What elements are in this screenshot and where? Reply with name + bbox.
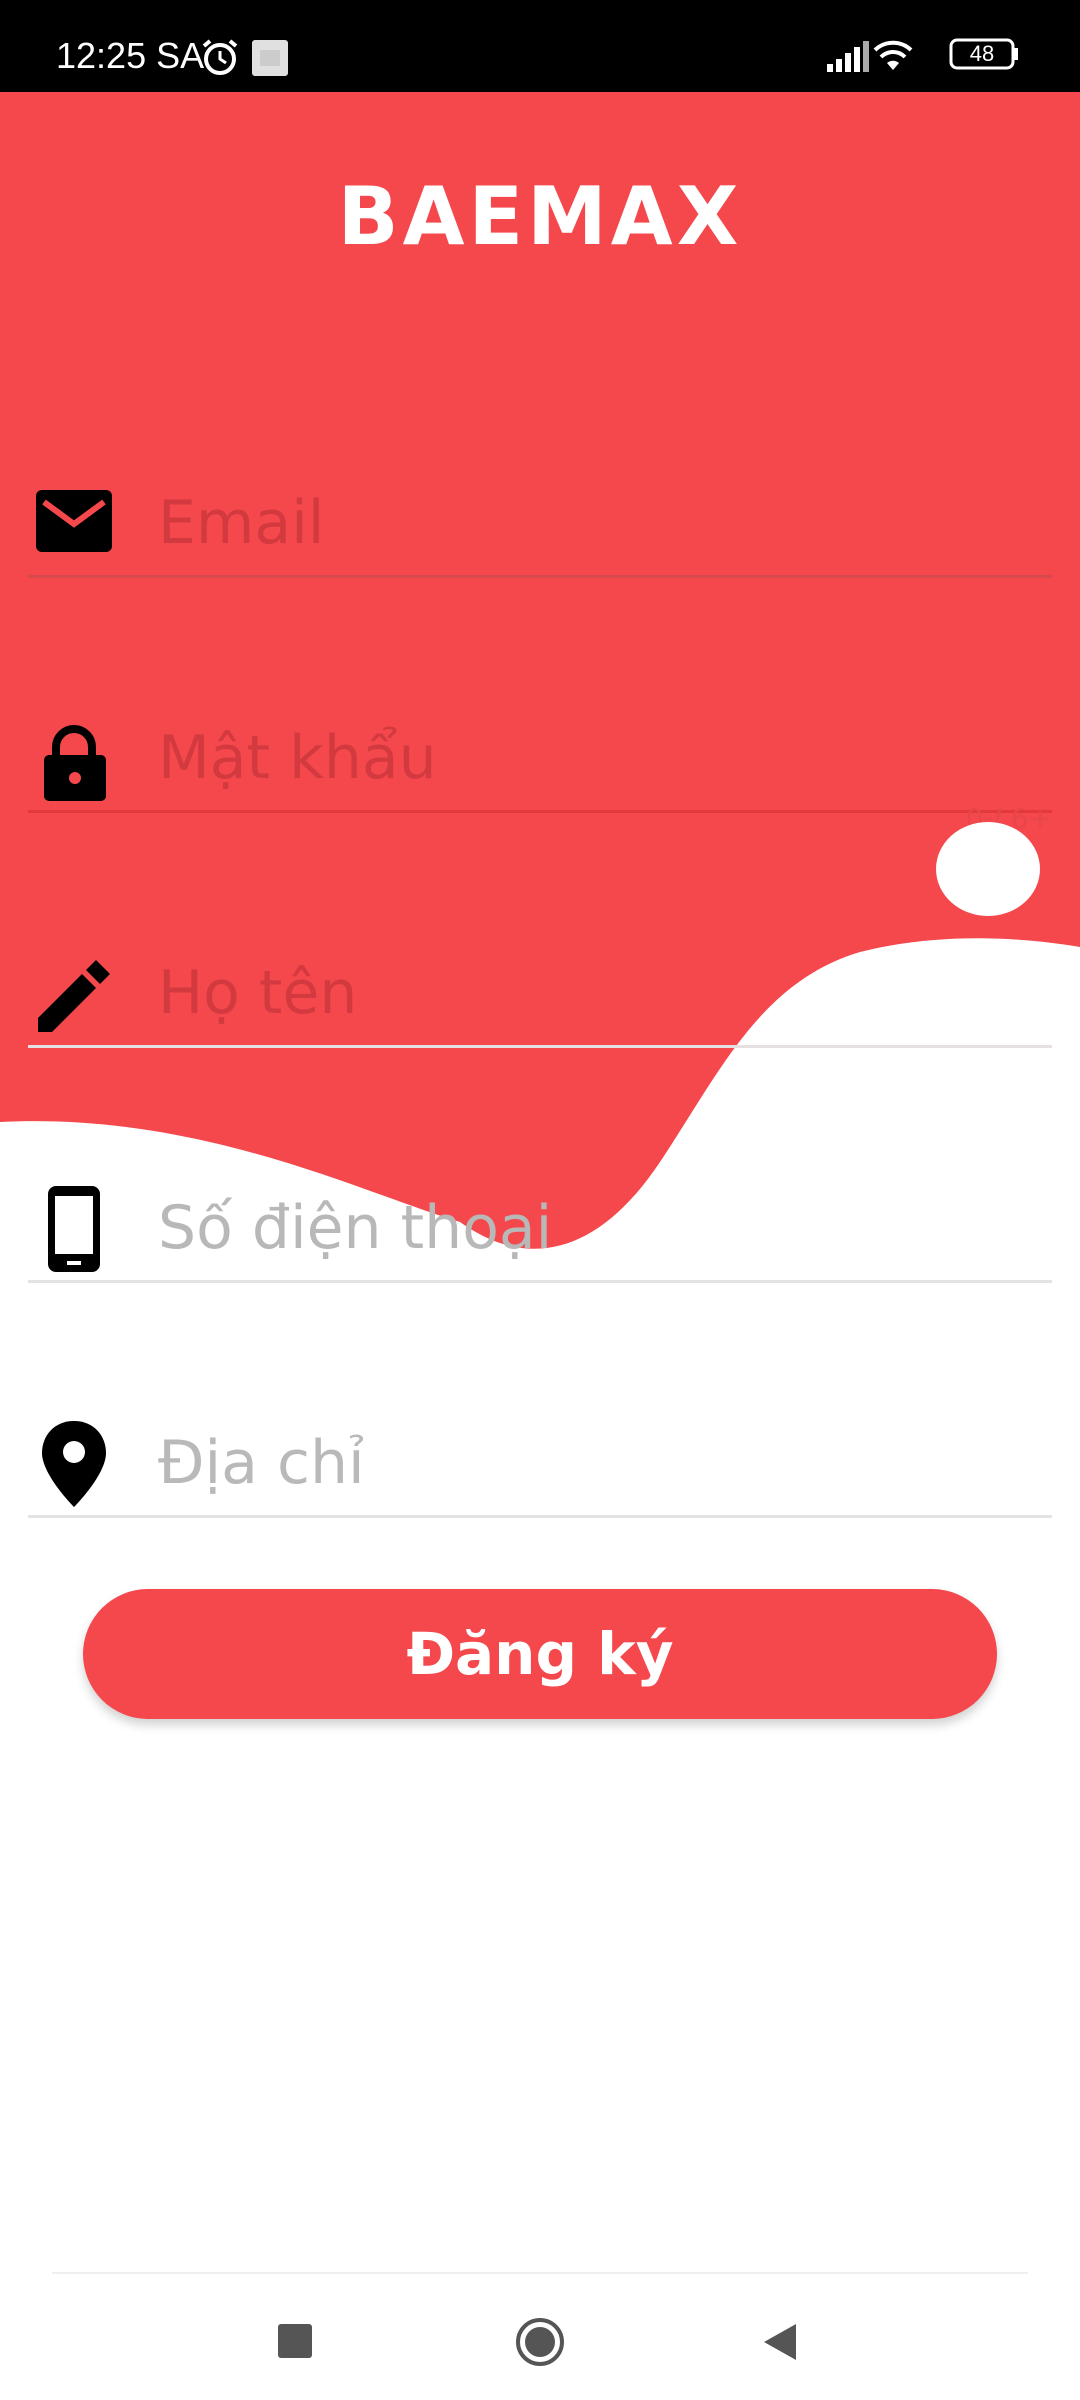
status-icons-left [200,38,310,82]
signal-icon [827,41,869,72]
address-field-group [28,1412,1052,1518]
location-pin-icon [42,1421,106,1507]
nav-divider [52,2272,1028,2274]
password-underline [28,810,1052,813]
email-input[interactable] [156,472,1040,574]
alarm-icon [202,39,238,75]
phone-input[interactable] [156,1177,1040,1279]
back-icon[interactable] [752,2312,812,2372]
notification-icon [252,40,288,76]
lock-icon [44,725,106,801]
registration-screen: BAEMAX 0 / 6+ [0,92,1080,2272]
password-input[interactable] [156,707,1040,809]
email-field-group [28,472,1052,578]
full-name-field-group [28,942,1052,1048]
full-name-underline [28,1045,1052,1048]
battery-level: 48 [969,41,995,66]
phone-underline [28,1280,1052,1283]
email-underline [28,575,1052,578]
status-bar: 12:25 SA 48 [0,0,1080,92]
app-logo: BAEMAX [337,170,743,263]
password-toggle-knob[interactable] [936,822,1040,916]
register-button[interactable]: Đăng ký [83,1589,997,1719]
address-underline [28,1515,1052,1518]
status-time: 12:25 SA [56,35,205,76]
recent-apps-icon[interactable] [266,2312,326,2372]
home-icon[interactable] [510,2312,570,2372]
password-field-group [28,707,1052,813]
full-name-input[interactable] [156,942,1040,1044]
address-input[interactable] [156,1412,1040,1514]
wifi-icon [873,40,913,70]
system-nav-bar [0,2272,1080,2400]
mail-icon [36,490,112,552]
pencil-icon [38,960,110,1032]
phone-field-group [28,1177,1052,1283]
phone-icon [48,1186,100,1272]
